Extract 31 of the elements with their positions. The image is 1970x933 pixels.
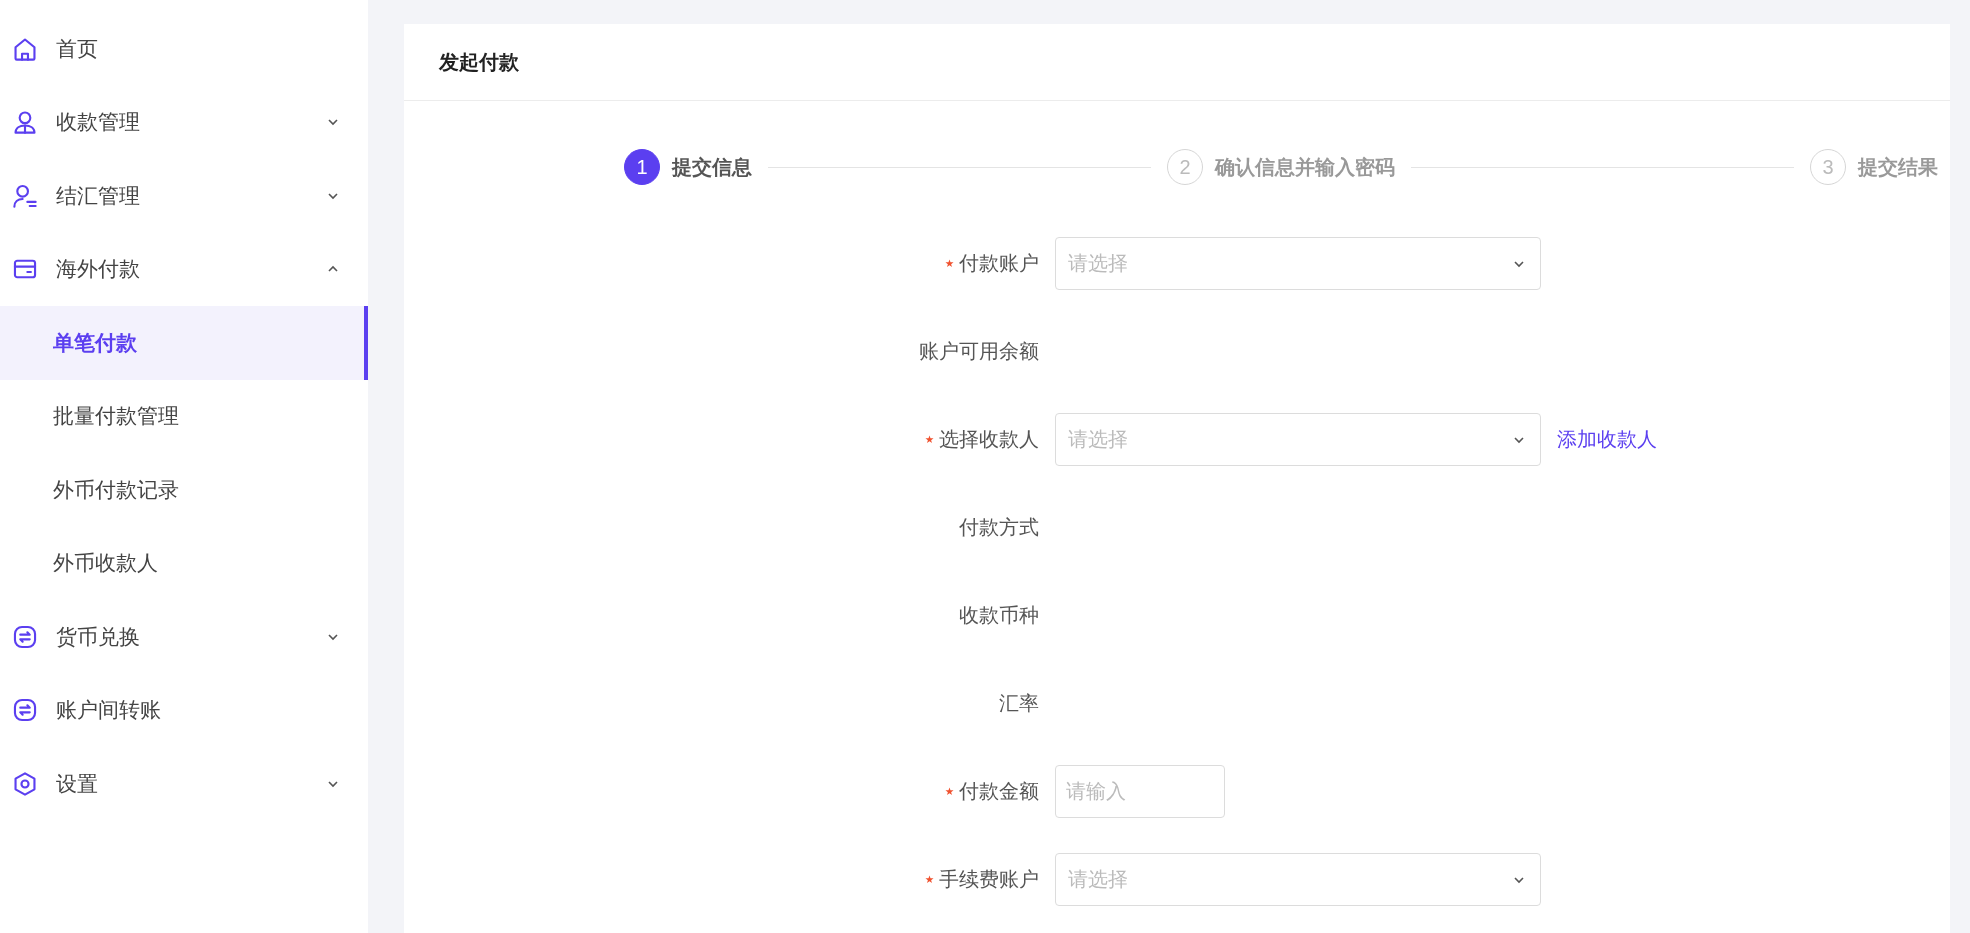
sidebar-item[interactable]: 设置 xyxy=(0,747,368,821)
menu-icon xyxy=(12,182,38,209)
field-label: 手续费账户 xyxy=(939,867,1039,892)
sidebar-item[interactable]: 货币兑换 xyxy=(0,600,368,674)
menu-icon xyxy=(12,109,38,136)
sidebar-subitem[interactable]: 外币付款记录 xyxy=(0,453,368,527)
page-title: 发起付款 xyxy=(439,49,519,75)
amount-field[interactable]: 请输入 xyxy=(1055,765,1225,818)
menu-icon xyxy=(12,623,38,650)
field-label: 账户可用余额 xyxy=(919,339,1039,364)
menu-icon xyxy=(12,697,38,724)
sidebar-item[interactable]: 首页 xyxy=(0,12,368,86)
step: 1 提交信息 xyxy=(624,149,752,185)
menu-icon xyxy=(12,770,38,797)
sidebar-subitem[interactable]: 单笔付款 xyxy=(0,306,368,380)
step: 3 提交结果 xyxy=(1810,149,1938,185)
field-label: 选择收款人 xyxy=(939,427,1039,452)
sidebar-item[interactable]: 海外付款 xyxy=(0,232,368,306)
sidebar-subitem[interactable]: 外币收款人 xyxy=(0,526,368,600)
step-number: 1 xyxy=(624,149,660,185)
add-payee-link[interactable]: 添加收款人 xyxy=(1557,426,1657,453)
field-label: 收款币种 xyxy=(959,603,1039,628)
step: 2 确认信息并输入密码 xyxy=(1167,149,1395,185)
sidebar-item[interactable]: 结汇管理 xyxy=(0,159,368,233)
sidebar-item[interactable]: 收款管理 xyxy=(0,85,368,159)
field-label: 付款方式 xyxy=(959,515,1039,540)
sidebar-subitem[interactable]: 批量付款管理 xyxy=(0,379,368,453)
field-label: 汇率 xyxy=(999,691,1039,716)
field-label: 付款账户 xyxy=(959,251,1039,276)
sidebar-item[interactable]: 账户间转账 xyxy=(0,673,368,747)
field-label: 付款金额 xyxy=(959,779,1039,804)
